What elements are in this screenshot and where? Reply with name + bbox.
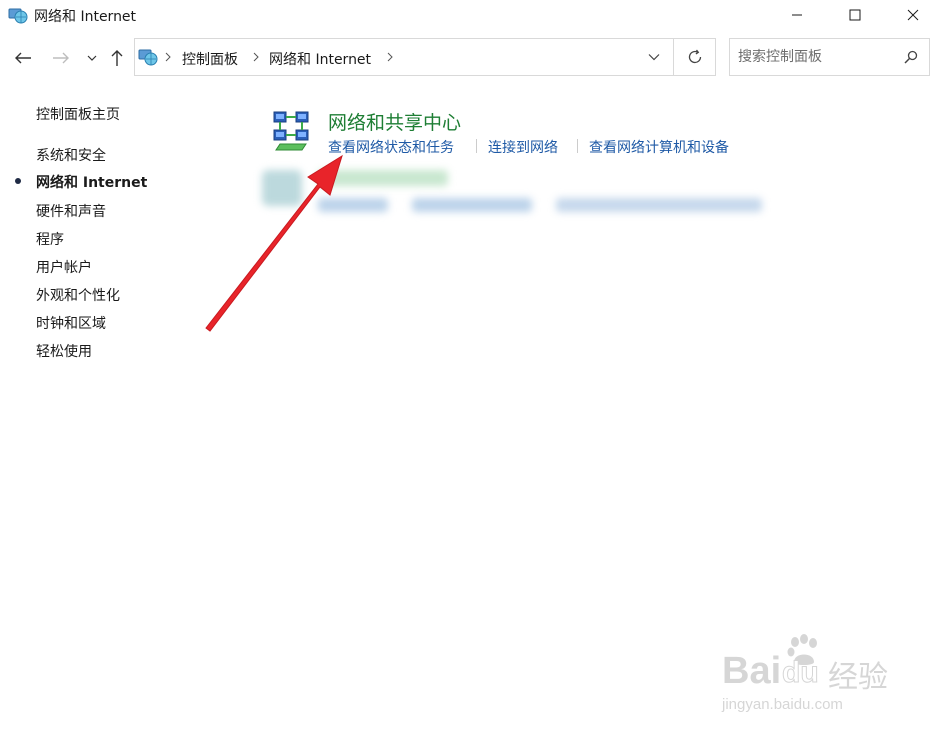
annotation-arrow xyxy=(205,154,343,332)
active-item-bullet xyxy=(15,178,21,184)
link-divider xyxy=(577,139,578,153)
breadcrumb-separator-icon[interactable] xyxy=(251,49,261,65)
connect-to-network-link[interactable]: 连接到网络 xyxy=(488,137,558,157)
minimize-icon xyxy=(792,14,802,16)
blurred-task-link xyxy=(556,198,762,212)
network-globe-icon xyxy=(8,8,28,24)
recent-locations-button[interactable] xyxy=(84,47,100,69)
baidu-watermark: Bai du 经验 jingyan.baidu.com xyxy=(720,634,890,718)
breadcrumb-separator-icon[interactable] xyxy=(163,49,173,65)
window-title: 网络和 Internet xyxy=(34,9,137,25)
blurred-category-icon xyxy=(262,170,302,206)
refresh-button[interactable] xyxy=(674,38,716,76)
maximize-button[interactable] xyxy=(826,0,884,30)
maximize-icon xyxy=(849,9,861,21)
breadcrumb-network-internet[interactable]: 网络和 Internet xyxy=(269,49,371,69)
close-button[interactable] xyxy=(884,0,942,30)
search-box[interactable] xyxy=(729,38,930,76)
view-network-status-link[interactable]: 查看网络状态和任务 xyxy=(328,137,454,157)
watermark-brand-du: du xyxy=(782,656,820,690)
search-input[interactable] xyxy=(738,48,898,66)
arrow-right-icon xyxy=(53,52,69,64)
up-button[interactable] xyxy=(106,47,128,69)
chevron-down-icon xyxy=(87,55,97,61)
title-bar: 网络和 Internet xyxy=(0,0,942,30)
control-panel-window: 网络和 Internet 控制面板 网络和 Internet 搜索控制面板 控制… xyxy=(0,0,942,736)
close-icon xyxy=(907,9,919,21)
link-divider xyxy=(476,139,477,153)
watermark-url: jingyan.baidu.com xyxy=(722,696,843,713)
view-network-computers-link[interactable]: 查看网络计算机和设备 xyxy=(589,137,729,157)
sidebar-item-hardware-sound[interactable]: 硬件和声音 xyxy=(36,201,106,221)
network-sharing-center-icon xyxy=(273,111,309,151)
refresh-icon xyxy=(688,49,701,64)
blurred-category-title xyxy=(318,170,448,186)
sidebar-item-appearance[interactable]: 外观和个性化 xyxy=(36,285,120,305)
network-sharing-center-title[interactable]: 网络和共享中心 xyxy=(328,108,461,135)
sidebar-item-user-accounts[interactable]: 用户帐户 xyxy=(36,257,92,277)
arrow-up-icon xyxy=(111,50,123,66)
address-history-dropdown[interactable] xyxy=(643,48,665,66)
breadcrumb-separator-icon[interactable] xyxy=(385,49,395,65)
sidebar-item-system-security[interactable]: 系统和安全 xyxy=(36,145,106,165)
minimize-button[interactable] xyxy=(768,0,826,30)
network-globe-icon xyxy=(138,49,158,66)
sidebar-item-ease-of-access[interactable]: 轻松使用 xyxy=(36,341,92,361)
sidebar-item-network-internet[interactable]: 网络和 Internet xyxy=(36,172,147,192)
blurred-task-link xyxy=(318,198,388,212)
watermark-brand: Bai xyxy=(722,650,782,692)
forward-button[interactable] xyxy=(50,47,72,69)
chevron-down-icon xyxy=(648,54,660,61)
back-button[interactable] xyxy=(12,47,34,69)
watermark-cn: 经验 xyxy=(828,661,888,694)
blurred-task-link xyxy=(412,198,532,212)
breadcrumb-control-panel[interactable]: 控制面板 xyxy=(182,49,238,69)
search-icon[interactable] xyxy=(902,48,920,66)
address-bar[interactable]: 控制面板 网络和 Internet xyxy=(134,38,674,76)
arrow-left-icon xyxy=(15,52,31,64)
sidebar-item-programs[interactable]: 程序 xyxy=(36,229,64,249)
sidebar-item-clock-region[interactable]: 时钟和区域 xyxy=(36,313,106,333)
sidebar-control-panel-home[interactable]: 控制面板主页 xyxy=(36,104,120,124)
